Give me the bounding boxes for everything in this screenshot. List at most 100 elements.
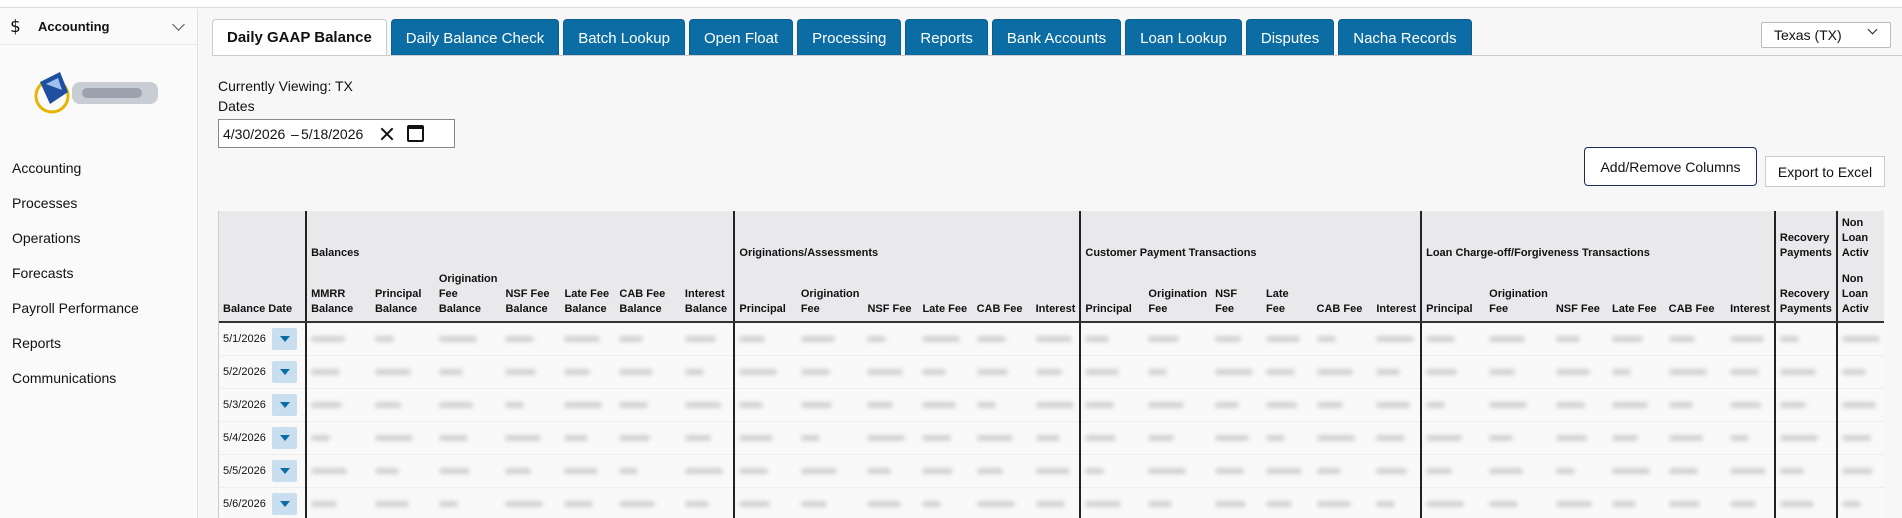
row-dropdown-button[interactable] [272, 360, 297, 383]
tab-reports[interactable]: Reports [905, 19, 988, 56]
table-cell [1372, 388, 1422, 422]
date-start[interactable]: 4/30/2026 [223, 126, 291, 142]
column-header[interactable]: Balance Date [219, 266, 307, 323]
column-header[interactable]: Late Fee [918, 266, 973, 323]
column-header[interactable]: CAB Fee Balance [615, 266, 681, 323]
balance-date: 5/5/2026 [223, 464, 266, 477]
redacted-value [438, 467, 470, 474]
redacted-value [311, 401, 343, 408]
column-header[interactable]: CAB Fee [1664, 266, 1727, 323]
row-dropdown-button[interactable] [272, 492, 297, 515]
table-cell [680, 322, 735, 356]
add-remove-columns-button[interactable]: Add/Remove Columns [1584, 147, 1757, 186]
column-header[interactable]: NSF Fee Balance [501, 266, 561, 323]
column-header[interactable]: Origination Fee [1144, 266, 1212, 323]
redacted-value [564, 335, 601, 342]
column-header[interactable]: Interest Balance [680, 266, 735, 323]
table-cell [1664, 355, 1727, 389]
column-header[interactable]: Interest [1031, 266, 1081, 323]
table-row[interactable]: 5/5/2026 [219, 454, 1884, 488]
date-range-picker[interactable]: 4/30/2026 – 5/18/2026 [218, 119, 455, 148]
currently-viewing: Currently Viewing: TX [218, 78, 353, 94]
chevron-down-icon[interactable] [172, 18, 185, 31]
redacted-value [922, 500, 942, 507]
group-header-customer-payments: Customer Payment Transactions [1079, 211, 1422, 266]
state-select-value: Texas (TX) [1774, 27, 1842, 43]
sidebar-item-reports[interactable]: Reports [0, 325, 198, 360]
clear-icon[interactable] [377, 124, 397, 144]
table-cell [501, 487, 561, 518]
redacted-value [1612, 500, 1637, 507]
column-header[interactable]: NSF Fee [863, 266, 919, 323]
sidebar-item-accounting[interactable]: Accounting [0, 150, 198, 185]
redacted-value [1148, 368, 1168, 375]
redacted-value [867, 434, 906, 441]
redacted-value [1426, 368, 1458, 375]
tab-bank-accounts[interactable]: Bank Accounts [991, 19, 1122, 56]
sidebar-header[interactable]: $ Accounting [0, 9, 197, 45]
row-dropdown-button[interactable] [272, 327, 297, 350]
column-header[interactable]: CAB Fee [1312, 266, 1373, 323]
table-row[interactable]: 5/3/2026 [219, 388, 1884, 422]
tab-processing[interactable]: Processing [797, 19, 902, 56]
table-cell [1420, 388, 1486, 422]
column-header[interactable]: Non Loan Activ [1835, 266, 1884, 323]
tab-disputes[interactable]: Disputes [1245, 19, 1335, 56]
row-dropdown-button[interactable] [272, 459, 297, 482]
sidebar-item-forecasts[interactable]: Forecasts [0, 255, 198, 290]
tab-divider [212, 55, 1902, 56]
table-row[interactable]: 5/1/2026 [219, 322, 1884, 356]
column-header[interactable]: Interest [1726, 266, 1775, 323]
column-header[interactable]: Interest [1372, 266, 1422, 323]
tab-daily-balance-check[interactable]: Daily Balance Check [390, 19, 560, 56]
column-header[interactable]: Principal [1420, 266, 1486, 323]
calendar-icon[interactable] [407, 125, 424, 142]
tab-batch-lookup[interactable]: Batch Lookup [563, 19, 685, 56]
table-row[interactable]: 5/2/2026 [219, 355, 1884, 389]
column-header[interactable]: Origination Fee [796, 266, 864, 323]
state-select[interactable]: Texas (TX) [1761, 22, 1891, 48]
column-header[interactable]: Late Fee [1608, 266, 1665, 323]
table-cell [1835, 355, 1884, 389]
redacted-value [684, 368, 704, 375]
column-header[interactable]: NSF Fee [1551, 266, 1609, 323]
redacted-value [684, 467, 723, 474]
column-header[interactable]: MMRR Balance [305, 266, 371, 323]
column-header[interactable]: Late Fee [1261, 266, 1313, 323]
table-cell [1079, 388, 1145, 422]
column-header[interactable]: Origination Fee Balance [434, 266, 502, 323]
redacted-value [438, 335, 477, 342]
column-header[interactable]: Principal [733, 266, 797, 323]
table-row[interactable]: 5/6/2026 [219, 487, 1884, 518]
tab-daily-gaap-balance[interactable]: Daily GAAP Balance [212, 19, 387, 56]
column-header[interactable]: Principal Balance [370, 266, 435, 323]
column-header[interactable]: Principal [1079, 266, 1145, 323]
column-header[interactable]: Late Fee Balance [560, 266, 616, 323]
tab-nacha-records[interactable]: Nacha Records [1338, 19, 1472, 56]
sidebar-item-processes[interactable]: Processes [0, 185, 198, 220]
row-dropdown-button[interactable] [272, 426, 297, 449]
tab-open-float[interactable]: Open Float [688, 19, 794, 56]
table-row[interactable]: 5/4/2026 [219, 421, 1884, 455]
table-cell [972, 454, 1032, 488]
table-cell [1664, 322, 1727, 356]
column-header[interactable]: CAB Fee [972, 266, 1032, 323]
tab-loan-lookup[interactable]: Loan Lookup [1125, 19, 1242, 56]
redacted-value [1668, 467, 1698, 474]
column-header[interactable]: Origination Fee [1485, 266, 1552, 323]
column-header[interactable]: Recovery Payments [1773, 266, 1837, 323]
redacted-value [1779, 368, 1816, 375]
table-cell [972, 355, 1032, 389]
table-cell [796, 322, 864, 356]
table-cell [1312, 388, 1373, 422]
sidebar-item-communications[interactable]: Communications [0, 360, 198, 395]
sidebar-item-operations[interactable]: Operations [0, 220, 198, 255]
table-cell [1372, 355, 1422, 389]
redacted-value [1085, 467, 1105, 474]
export-to-excel-button[interactable]: Export to Excel [1765, 156, 1885, 187]
column-header[interactable]: NSF Fee [1211, 266, 1262, 323]
row-dropdown-button[interactable] [272, 393, 297, 416]
date-end[interactable]: 5/18/2026 [301, 126, 371, 142]
table-cell [1211, 487, 1262, 518]
sidebar-item-payroll-performance[interactable]: Payroll Performance [0, 290, 198, 325]
